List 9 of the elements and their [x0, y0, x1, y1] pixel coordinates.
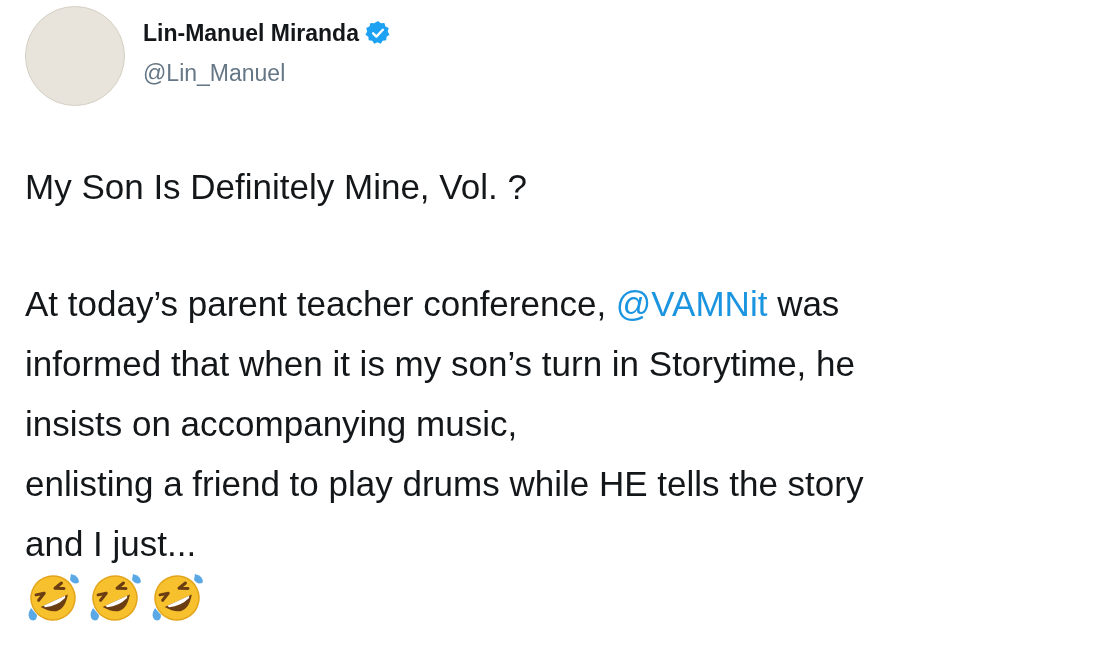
author-handle[interactable]: @Lin_Manuel	[143, 56, 391, 91]
tweet-text-line: and I just...	[25, 523, 198, 565]
tweet-text-line: enlisting a friend to play drums while HE tells the story	[25, 463, 865, 505]
tweet-text-line: insists on accompanying music,	[25, 403, 519, 445]
author-name[interactable]: Lin-Manuel Miranda	[143, 15, 359, 50]
tweet-text-line: informed that when it is my son’s turn in Storytime, he	[25, 343, 856, 385]
tweet-title: My Son Is Definitely Mine, Vol. ?	[25, 166, 528, 208]
tweet-text-line: At today’s parent teacher conference, @VAMNit was	[25, 283, 841, 325]
mention-link[interactable]: @VAMNit	[615, 284, 768, 323]
